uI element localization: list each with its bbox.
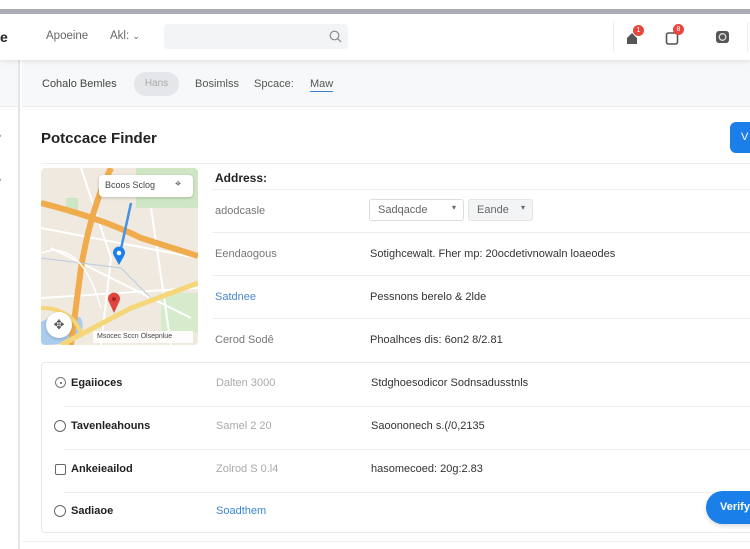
item-meta: Zolrod S 0.l4 <box>216 463 279 475</box>
sub-navigation: Cohalo Bemles Hans Bosimlss Spcace: Maw <box>22 60 750 107</box>
map-search-label: Bcoos Sclog <box>105 180 156 190</box>
divider <box>212 232 750 233</box>
verify-button[interactable]: Verify <box>706 491 750 524</box>
brand-name: e <box>0 29 8 45</box>
divider <box>212 189 750 190</box>
notification-badge: 8 <box>673 24 684 35</box>
chevron-down-icon: ⌄ <box>132 31 140 41</box>
page-title: Potccace Finder <box>41 130 157 147</box>
item-detail: Stdghoesodicor Sodnsadusstnls <box>371 377 529 389</box>
item-name: Ankeieailod <box>71 463 133 475</box>
sidebar-top <box>0 60 18 107</box>
item-name: Egaiioces <box>71 377 123 389</box>
subnav-item-active[interactable]: Maw <box>310 78 334 92</box>
item-meta: Samel 2 20 <box>216 420 272 432</box>
select-value: Sadqacde <box>378 204 428 216</box>
map-view[interactable]: Bcoos Sclog ⌖ ✥ Msocec Sccn Olsepnlue <box>41 168 198 345</box>
item-name: Tavenleahouns <box>71 420 151 432</box>
field-value: Phoalhces dis: 6on2 8/2.81 <box>370 334 503 346</box>
divider <box>212 318 750 319</box>
divider <box>613 22 614 52</box>
map-attribution: Msocec Sccn Olsepnlue <box>93 331 193 343</box>
field-label: adodcasle <box>215 205 266 217</box>
notification-badge: 1 <box>633 25 644 36</box>
divider <box>747 22 748 52</box>
search-icon <box>329 30 342 43</box>
address-heading: Address: <box>215 171 268 185</box>
list-item[interactable]: Egaiioces Dalten 3000 Stdghoesodicor Sod… <box>42 363 750 406</box>
radio-button[interactable] <box>54 505 66 517</box>
nav-item[interactable]: Apoeine <box>46 30 88 42</box>
subnav-item[interactable]: Bosimlss <box>195 78 239 90</box>
map-search-box[interactable]: Bcoos Sclog ⌖ <box>99 175 193 197</box>
field-label-link[interactable]: Satdnee <box>215 291 256 303</box>
select-value: Eande <box>477 204 509 216</box>
subnav-item-pill[interactable]: Hans <box>134 72 179 96</box>
camera-icon[interactable] <box>715 30 730 44</box>
subnav-item[interactable]: Spcace: <box>254 78 294 90</box>
field-value: Sotighcewalt. Fher mp: 20ocdetivnowaln l… <box>370 248 616 260</box>
location-pin-blue-icon <box>113 246 125 265</box>
subnav-item[interactable]: Cohalo Bemles <box>42 78 117 90</box>
select-dropdown[interactable]: Sadqacde ▾ <box>369 199 464 221</box>
nav-dropdown-label: Akl: <box>110 30 130 42</box>
results-list: Egaiioces Dalten 3000 Stdghoesodicor Sod… <box>41 362 750 533</box>
list-item[interactable]: Sadiaoe Soadthem <box>42 493 750 533</box>
item-name: Sadiaoe <box>71 505 114 517</box>
primary-button[interactable]: V <box>730 122 750 153</box>
radio-button[interactable] <box>54 420 66 432</box>
list-item[interactable]: Tavenleahouns Samel 2 20 Saoononech s.(/… <box>42 407 750 449</box>
caret-down-icon: ▾ <box>451 203 456 212</box>
select-dropdown[interactable]: Eande ▾ <box>468 199 533 221</box>
locate-icon[interactable]: ⌖ <box>175 178 181 191</box>
nav-dropdown[interactable]: Akl: ⌄ <box>110 30 140 42</box>
divider <box>41 163 750 164</box>
item-meta: Dalten 3000 <box>216 377 276 389</box>
inbox-button[interactable]: 8 <box>665 24 684 46</box>
item-detail: Saoononech s.(/0,2135 <box>371 420 485 432</box>
item-meta-link[interactable]: Soadthem <box>216 505 266 517</box>
item-detail: hasomecoed: 20g:2.83 <box>371 463 483 475</box>
radio-checked-icon[interactable] <box>55 377 66 388</box>
search-input[interactable] <box>164 24 348 49</box>
app-header: e Apoeine Akl: ⌄ 1 8 <box>0 14 750 60</box>
sidebar: › › <box>0 60 20 549</box>
divider <box>212 275 750 276</box>
chevron-right-icon[interactable]: › <box>0 174 2 186</box>
recenter-icon[interactable]: ✥ <box>46 312 72 338</box>
caret-down-icon: ▾ <box>520 203 525 212</box>
divider <box>22 541 750 542</box>
field-label: Cerod Sodê <box>215 334 274 346</box>
checkbox[interactable] <box>55 464 66 475</box>
list-item[interactable]: Ankeieailod Zolrod S 0.l4 hasomecoed: 20… <box>42 450 750 492</box>
location-pin-red-icon[interactable] <box>107 292 121 314</box>
field-label: Eendaogous <box>215 248 277 260</box>
field-value: Pessnons berelo & 2lde <box>370 291 487 303</box>
home-alert-button[interactable]: 1 <box>625 25 644 46</box>
chevron-right-icon[interactable]: › <box>0 130 2 142</box>
